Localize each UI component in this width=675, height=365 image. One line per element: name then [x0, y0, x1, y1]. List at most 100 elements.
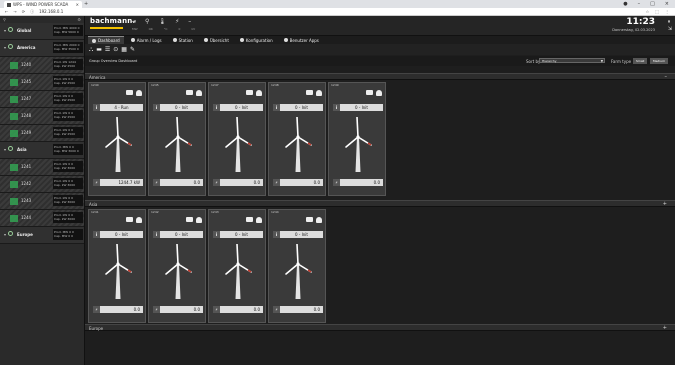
close-window-icon[interactable]: ×	[665, 1, 669, 7]
tab-konfiguration[interactable]: Konfiguration	[236, 36, 277, 44]
close-tab-icon[interactable]: ×	[76, 2, 79, 7]
chevron-icon[interactable]: ▾	[4, 232, 6, 237]
status-field[interactable]: i 0 - Init	[213, 104, 263, 111]
turbine-card[interactable]: 1241 i 0 - Init ⚡ 0.0	[88, 209, 146, 323]
back-icon[interactable]: ←	[5, 9, 8, 14]
turbine-card[interactable]: 1249 i 0 - Init ⚡ 0.0	[328, 82, 386, 196]
expand-icon[interactable]: +	[663, 325, 667, 331]
chevron-icon[interactable]: ▾	[4, 147, 6, 152]
sidebar-group[interactable]: ▾ Asia Prod. MW 0 0 Cap. MW 3000 0	[0, 142, 84, 159]
logout-icon[interactable]: ⇲	[668, 26, 672, 33]
tree-view-icon[interactable]: ⛬	[89, 46, 93, 54]
power-field[interactable]: ⚡ 0.0	[273, 179, 323, 186]
message-icon[interactable]	[306, 217, 313, 222]
status-field[interactable]: i 0 - Init	[153, 104, 203, 111]
status-field[interactable]: i 0 - Init	[153, 231, 203, 238]
info-icon[interactable]: i	[273, 104, 280, 111]
sidebar-group[interactable]: ▾ America Prod. MW 2000 0 Cap. MW 3500 0	[0, 40, 84, 57]
bell-icon[interactable]	[136, 217, 142, 223]
info-icon[interactable]: i	[273, 231, 280, 238]
pause-icon[interactable]: ⏸	[668, 19, 672, 26]
turbine-card[interactable]: 1244 i 0 - Init ⚡ 0.0	[268, 209, 326, 323]
edit-icon[interactable]: ✎	[130, 46, 135, 53]
settings-icon[interactable]: ⚙	[77, 17, 81, 22]
sort-select[interactable]: Hierarchy ▼	[539, 58, 605, 63]
extensions-icon[interactable]: ⬚	[655, 9, 659, 14]
medium-button[interactable]: Medium	[650, 58, 668, 64]
url-field[interactable]: 192.168.0.1	[39, 9, 63, 14]
tab-alarm-logs[interactable]: Alarm / Logs	[127, 36, 166, 44]
turbine-card[interactable]: 1245 i 0 - Init ⚡ 0.0	[148, 82, 206, 196]
message-icon[interactable]	[306, 90, 313, 95]
info-icon[interactable]: i	[93, 104, 100, 111]
power-field[interactable]: ⚡ 0.0	[333, 179, 383, 186]
info-icon[interactable]: i	[213, 231, 220, 238]
status-field[interactable]: i 0 - Init	[93, 231, 143, 238]
chevron-icon[interactable]: ▾	[4, 28, 6, 33]
small-button[interactable]: Small	[633, 58, 648, 64]
lightning-icon[interactable]: ⚡	[175, 18, 179, 25]
sidebar-turbine[interactable]: 1249 Prod. kW 0 0 Cap. kW 2500	[0, 125, 84, 142]
turbine-card[interactable]: 1248 i 0 - Init ⚡ 0.0	[268, 82, 326, 196]
grid-view-icon[interactable]: ▦	[121, 46, 127, 53]
section-america[interactable]: America –	[85, 73, 675, 80]
browser-tab[interactable]: WPS - WIND POWER SCADA ×	[4, 1, 82, 8]
power-field[interactable]: ⚡ 0.0	[273, 306, 323, 313]
bell-icon[interactable]	[196, 217, 202, 223]
sidebar-turbine[interactable]: 1245 Prod. kW 0 0 Cap. kW 2500	[0, 74, 84, 91]
sidebar-turbine[interactable]: 1243 Prod. kW 0 0 Cap. kW 3000	[0, 193, 84, 210]
network-icon[interactable]: ⚲	[145, 18, 149, 25]
turbine-card[interactable]: 1247 i 0 - Init ⚡ 0.0	[208, 82, 266, 196]
tab-dashboard[interactable]: Dashboard	[88, 36, 124, 44]
message-icon[interactable]	[186, 217, 193, 222]
star-icon[interactable]: ☆	[646, 9, 650, 14]
tab-station[interactable]: Station	[169, 36, 197, 44]
collapse-icon[interactable]: –	[665, 74, 668, 80]
bell-icon[interactable]	[376, 90, 382, 96]
turbine-card[interactable]: 1242 i 0 - Init ⚡ 0.0	[148, 209, 206, 323]
message-icon[interactable]	[186, 90, 193, 95]
sidebar-turbine[interactable]: 1242 Prod. kW 0 0 Cap. kW 3000	[0, 176, 84, 193]
status-field[interactable]: i 0 - Init	[273, 231, 323, 238]
profile-icon[interactable]: ●	[623, 1, 627, 7]
power-field[interactable]: ⚡ 0.0	[153, 179, 203, 186]
sidebar-turbine[interactable]: 1240 Prod. kW 1244 Cap. kW 2500	[0, 57, 84, 74]
info-icon[interactable]: i	[213, 104, 220, 111]
message-icon[interactable]	[366, 90, 373, 95]
turbine-card[interactable]: 1240 i 4 - Run ⚡ 1244.7 kW	[88, 82, 146, 196]
message-icon[interactable]	[126, 217, 133, 222]
info-icon[interactable]: i	[153, 231, 160, 238]
chevron-icon[interactable]: ▾	[4, 45, 6, 50]
tab--bersicht[interactable]: Übersicht	[200, 36, 233, 44]
minus-view-icon[interactable]: ▬	[96, 46, 102, 53]
status-field[interactable]: i 0 - Init	[213, 231, 263, 238]
expand-icon[interactable]: +	[663, 201, 667, 207]
sidebar-turbine[interactable]: 1244 Prod. kW 0 0 Cap. kW 3000	[0, 210, 84, 227]
maximize-icon[interactable]: □	[650, 1, 655, 7]
power-field[interactable]: ⚡ 0.0	[93, 306, 143, 313]
menu-icon[interactable]: ⋮	[665, 9, 669, 14]
bell-icon[interactable]	[136, 90, 142, 96]
power-field[interactable]: ⚡ 1244.7 kW	[93, 179, 143, 186]
section-europe[interactable]: Europe +	[85, 324, 675, 331]
sidebar-turbine[interactable]: 1247 Prod. kW 0 0 Cap. kW 2500	[0, 91, 84, 108]
sidebar-turbine[interactable]: 1241 Prod. kW 0 0 Cap. kW 3000	[0, 159, 84, 176]
info-icon[interactable]: i	[153, 104, 160, 111]
status-field[interactable]: i 0 - Init	[333, 104, 383, 111]
turbine-card[interactable]: 1243 i 0 - Init ⚡ 0.0	[208, 209, 266, 323]
section-asia[interactable]: Asia +	[85, 200, 675, 207]
export-icon[interactable]: ⇥	[131, 18, 136, 25]
power-field[interactable]: ⚡ 0.0	[153, 306, 203, 313]
reload-icon[interactable]: ⟳	[22, 9, 25, 14]
message-icon[interactable]	[246, 90, 253, 95]
detail-view-icon[interactable]: ⊙	[113, 46, 118, 53]
info-icon[interactable]: i	[333, 104, 340, 111]
minimize-icon[interactable]: –	[638, 1, 641, 7]
bell-icon[interactable]	[256, 90, 262, 96]
bell-icon[interactable]	[256, 217, 262, 223]
sidebar-turbine[interactable]: 1248 Prod. kW 0 0 Cap. kW 2500	[0, 108, 84, 125]
message-icon[interactable]	[126, 90, 133, 95]
power-field[interactable]: ⚡ 0.0	[213, 306, 263, 313]
sidebar-group[interactable]: ▾ Global Prod. MW 4000 0 Cap. MW 5600 0	[0, 23, 84, 40]
status-field[interactable]: i 0 - Init	[273, 104, 323, 111]
